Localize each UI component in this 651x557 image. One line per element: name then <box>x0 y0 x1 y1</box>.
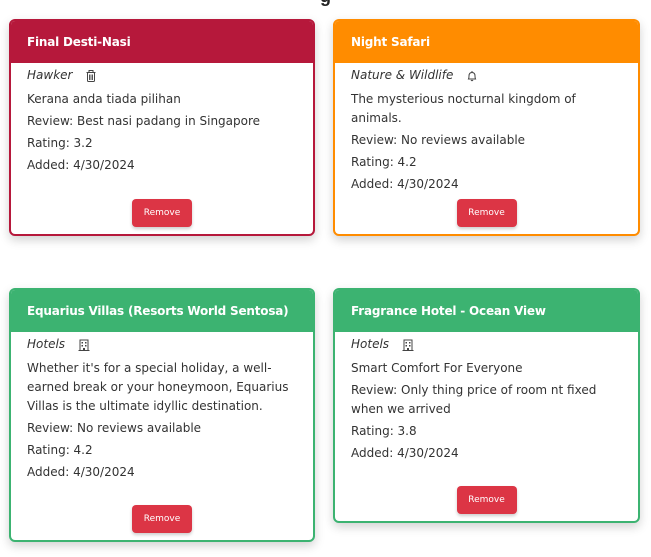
remove-button[interactable]: Remove <box>132 505 192 533</box>
trash-can-icon <box>84 68 98 82</box>
card-rating: Rating: 4.2 <box>27 443 93 457</box>
remove-button[interactable]: Remove <box>132 199 192 227</box>
building-icon <box>401 337 415 351</box>
card-category: Hotels <box>27 337 66 351</box>
card-category: Hawker <box>27 68 73 82</box>
card-added-date: Added: 4/30/2024 <box>27 465 135 479</box>
bell-icon <box>465 68 479 82</box>
attraction-card: Fragrance Hotel - Ocean View Hotels Smar… <box>333 288 640 523</box>
card-category: Hotels <box>351 337 390 351</box>
card-description: Kerana anda tiada pilihan <box>27 92 181 106</box>
card-description: Smart Comfort For Everyone <box>351 361 523 375</box>
card-review: Review: No reviews available <box>27 421 202 435</box>
attraction-card: Equarius Villas (Resorts World Sentosa) … <box>9 288 315 542</box>
card-rating: Rating: 3.8 <box>351 424 417 438</box>
card-added-date: Added: 4/30/2024 <box>27 158 135 172</box>
card-title: Final Desti-Nasi <box>11 21 313 63</box>
card-review: Review: Only thing price of room nt fixe… <box>351 383 597 416</box>
card-review: Review: Best nasi padang in Singapore <box>27 114 261 128</box>
building-icon <box>77 337 91 351</box>
card-review: Review: No reviews available <box>351 133 526 147</box>
remove-button[interactable]: Remove <box>456 199 517 227</box>
remove-button[interactable]: Remove <box>456 486 517 514</box>
attraction-card: Final Desti-Nasi Hawker Kerana anda tiad… <box>9 19 315 236</box>
card-category: Nature & Wildlife <box>351 68 454 82</box>
card-added-date: Added: 4/30/2024 <box>351 446 459 460</box>
card-rating: Rating: 3.2 <box>27 136 93 150</box>
card-added-date: Added: 4/30/2024 <box>351 177 459 191</box>
card-rating: Rating: 4.2 <box>351 155 417 169</box>
attraction-card: Night Safari Nature & Wildlife The myste… <box>333 19 640 236</box>
card-description: Whether it's for a special holiday, a we… <box>27 361 289 413</box>
card-description: The mysterious nocturnal kingdom of anim… <box>351 92 576 125</box>
card-title: Fragrance Hotel - Ocean View <box>335 290 638 332</box>
card-title: Equarius Villas (Resorts World Sentosa) <box>11 290 313 332</box>
card-title: Night Safari <box>335 21 638 63</box>
page-title-cut: g <box>0 0 651 6</box>
